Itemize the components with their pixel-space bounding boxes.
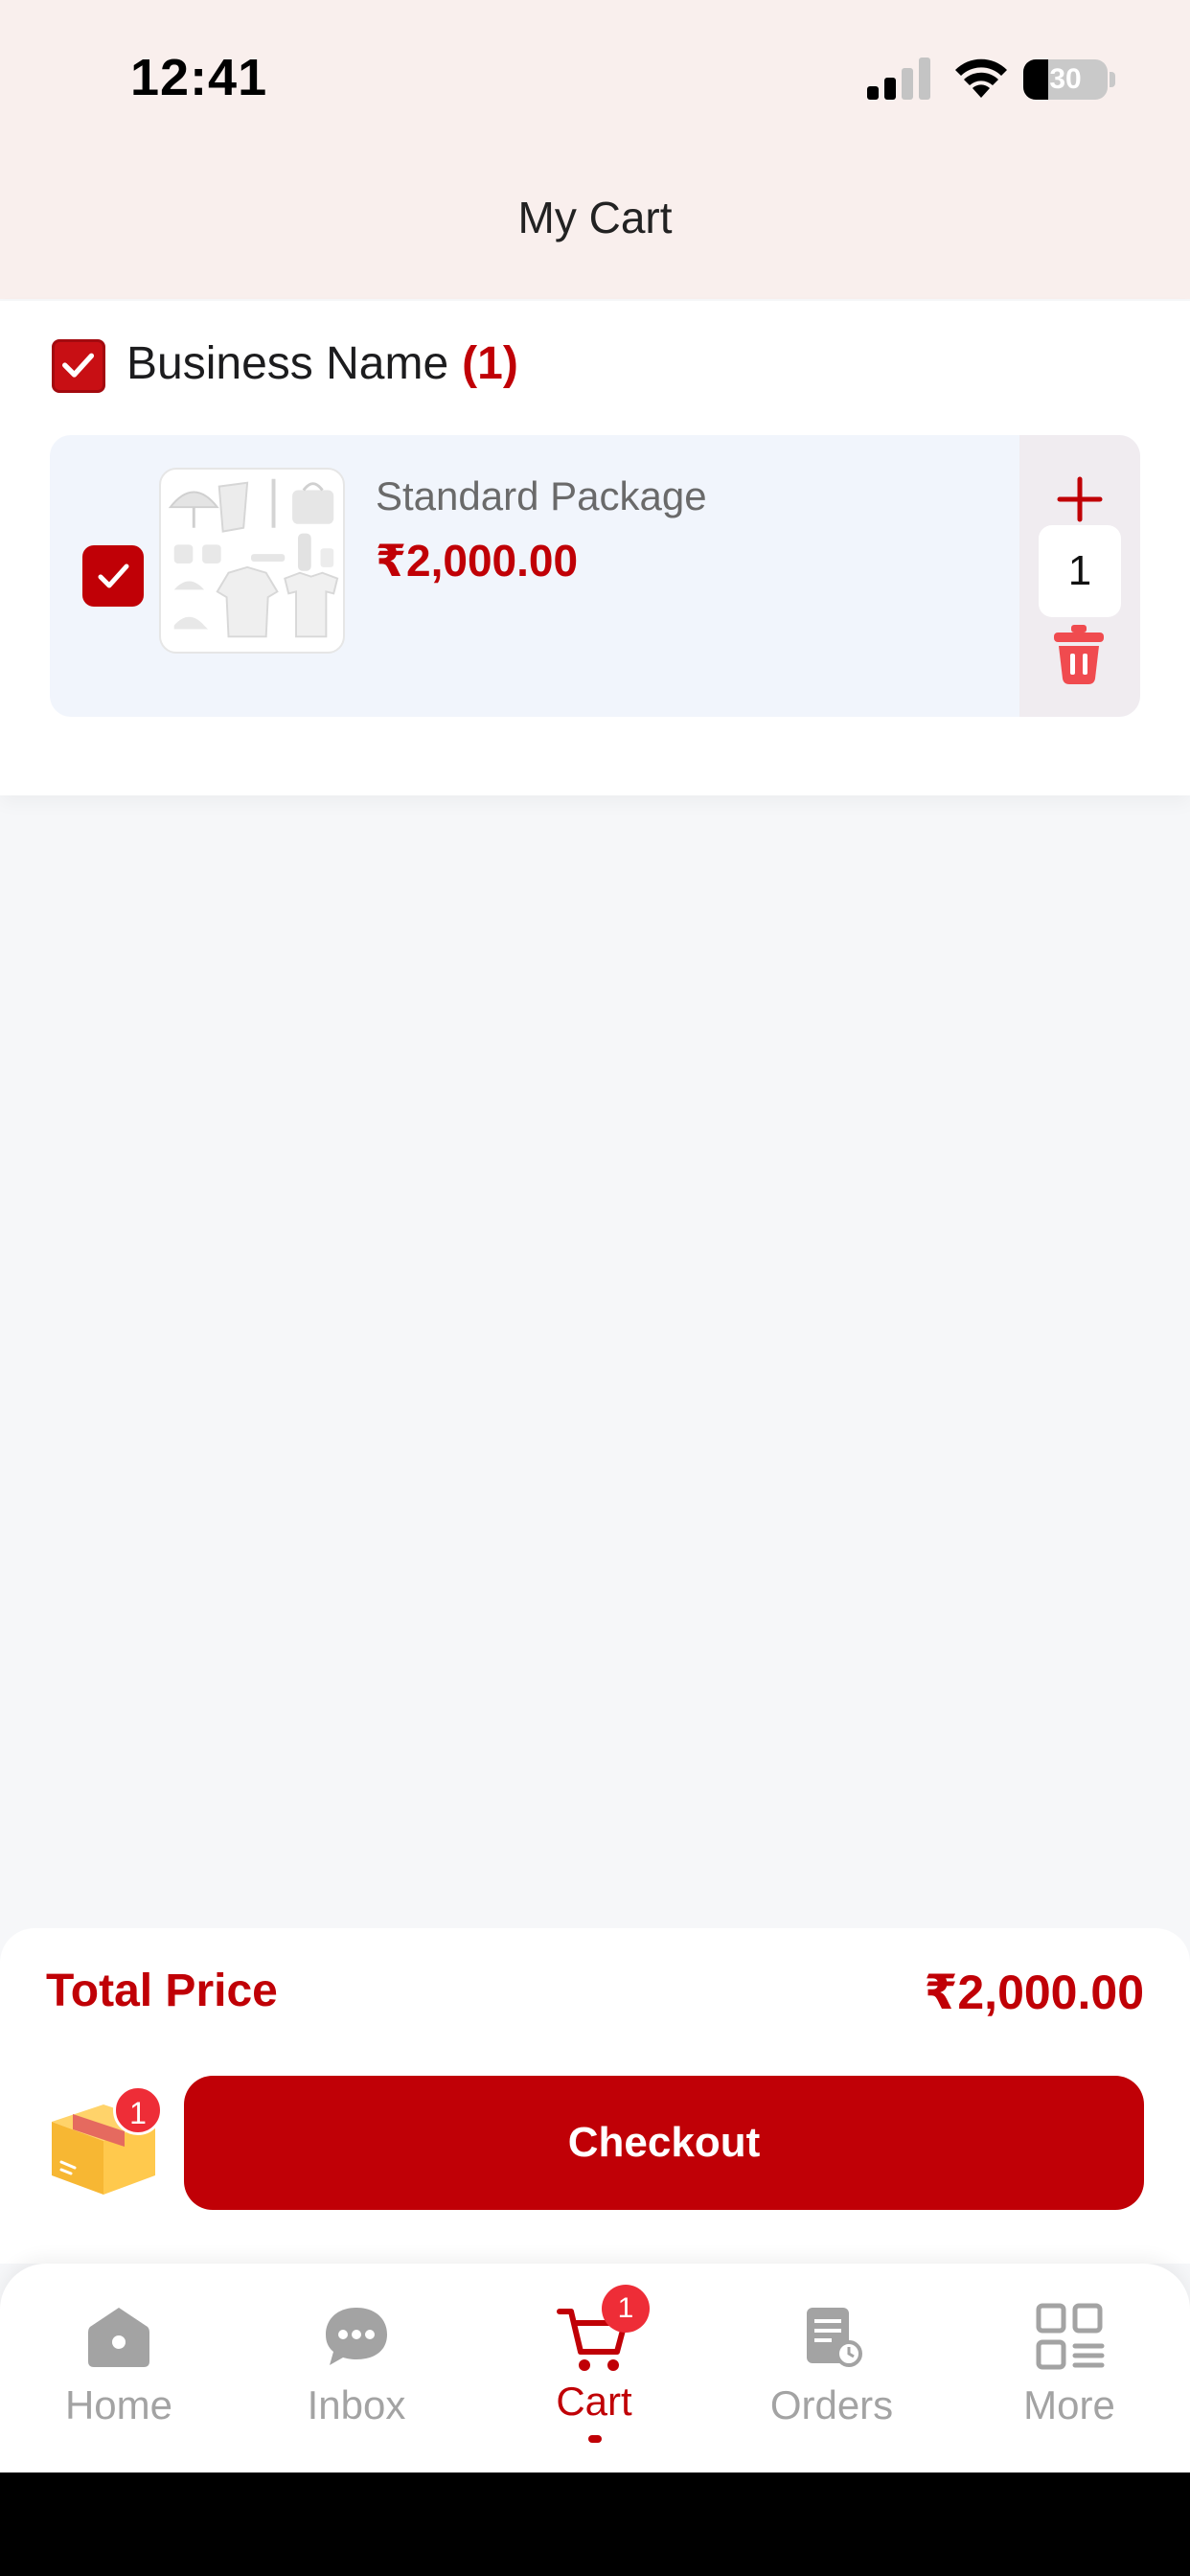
header: [0, 0, 1190, 299]
checkmark-icon: [98, 564, 129, 588]
grid-icon: [1036, 2303, 1105, 2370]
tab-cart-label: Cart: [556, 2379, 632, 2424]
tab-home[interactable]: Home: [0, 2290, 238, 2453]
tab-more[interactable]: More: [950, 2290, 1188, 2453]
active-tab-indicator: [588, 2435, 602, 2443]
package-badge: 1: [113, 2085, 163, 2135]
shop-name-text: Business Name: [126, 338, 449, 389]
item-name: Standard Package: [376, 473, 707, 518]
status-time: 12:41: [130, 49, 268, 106]
orders-icon: [807, 2308, 862, 2367]
home-icon: [88, 2308, 149, 2367]
shop-select-checkbox[interactable]: [52, 339, 105, 393]
item-select-checkbox[interactable]: [82, 545, 144, 607]
trash-icon[interactable]: [1052, 623, 1106, 686]
tab-orders[interactable]: Orders: [713, 2290, 950, 2453]
battery-icon: 30: [1023, 59, 1108, 100]
quantity-value[interactable]: 1: [1039, 525, 1121, 617]
checkout-button[interactable]: Checkout: [184, 2076, 1144, 2210]
tab-more-label: More: [1023, 2382, 1115, 2427]
total-price-label: Total Price: [46, 1966, 278, 2016]
page-title: My Cart: [517, 193, 673, 242]
cart-count-badge: 1: [602, 2285, 650, 2333]
item-price: ₹2,000.00: [376, 536, 579, 586]
product-thumbnail-graphic: [168, 478, 339, 638]
shop-item-count: (1): [462, 338, 518, 389]
tab-home-label: Home: [64, 2382, 173, 2427]
tab-inbox-label: Inbox: [307, 2382, 406, 2427]
chat-icon: [326, 2308, 387, 2365]
cellular-signal-icon: [867, 58, 930, 100]
tab-orders-label: Orders: [769, 2382, 894, 2427]
checkmark-icon: [62, 353, 95, 378]
battery-percent: 30: [1049, 63, 1082, 95]
plus-icon[interactable]: [1052, 472, 1108, 527]
battery-tip: [1110, 72, 1115, 87]
tab-cart[interactable]: Cart: [475, 2290, 713, 2453]
wifi-icon: [955, 58, 1007, 98]
tab-inbox[interactable]: Inbox: [238, 2290, 475, 2453]
merchandise-collection-image[interactable]: [159, 468, 345, 654]
shop-name: Business Name (1): [126, 337, 518, 390]
home-indicator-area: [0, 2472, 1190, 2576]
total-price-value: ₹2,000.00: [924, 1966, 1144, 2019]
